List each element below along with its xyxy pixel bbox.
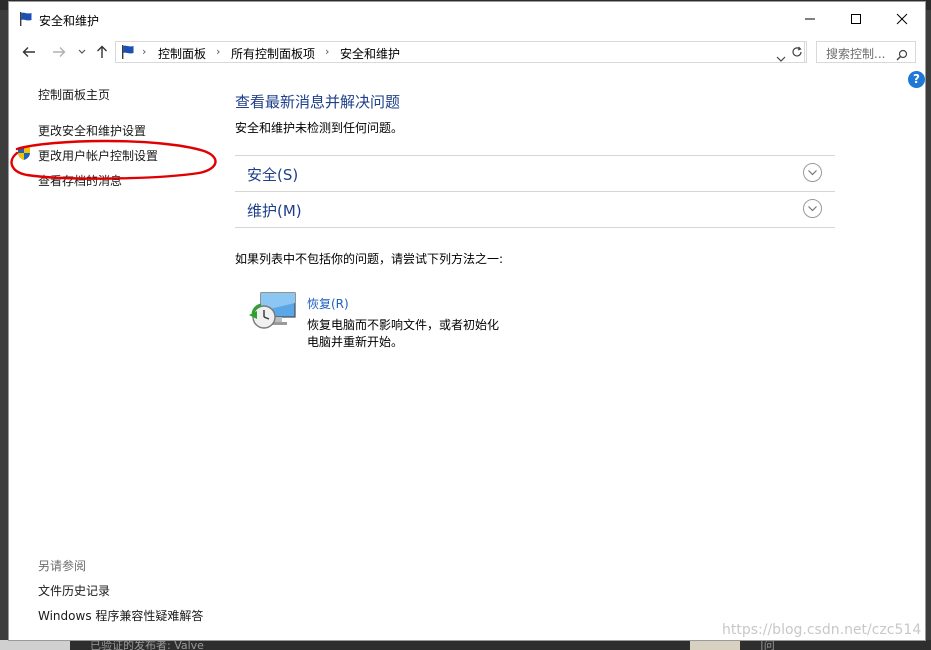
background-text: 已验证的发布者: Valve bbox=[90, 640, 204, 650]
forward-arrow-icon bbox=[53, 47, 66, 57]
refresh-icon bbox=[791, 46, 802, 57]
breadcrumb-control-panel[interactable]: 控制面板 bbox=[158, 45, 206, 62]
breadcrumb-separator-icon[interactable]: › bbox=[142, 45, 146, 58]
section-security[interactable]: 安全(S) bbox=[235, 155, 835, 190]
recovery-link[interactable]: 恢复(R) bbox=[307, 295, 349, 312]
search-icon[interactable] bbox=[896, 46, 908, 65]
section-maintenance-label: 维护(M) bbox=[247, 202, 302, 220]
breadcrumb-separator-icon[interactable]: › bbox=[325, 45, 329, 58]
maximize-icon bbox=[851, 14, 861, 24]
status-description: 安全和维护未检测到任何问题。 bbox=[235, 121, 404, 135]
control-panel-window: 安全和维护 › 控制面板 › 所有控制面板项 › 安全和维护 搜索控制... ?… bbox=[8, 1, 926, 641]
breadcrumb-all-items[interactable]: 所有控制面板项 bbox=[231, 45, 315, 62]
refresh-button[interactable] bbox=[787, 41, 807, 63]
sidebar-control-panel-home[interactable]: 控制面板主页 bbox=[38, 86, 110, 103]
recovery-description: 恢复电脑而不影响文件，或者初始化电脑并重新开始。 bbox=[307, 318, 500, 349]
title-bar[interactable]: 安全和维护 bbox=[9, 2, 925, 36]
breadcrumb-separator-icon[interactable]: › bbox=[216, 45, 220, 58]
section-divider bbox=[235, 227, 835, 228]
close-button[interactable] bbox=[879, 2, 925, 36]
try-methods-text: 如果列表中不包括你的问题，请尝试下列方法之一: bbox=[235, 252, 504, 266]
background-tile bbox=[690, 640, 740, 650]
chevron-down-icon bbox=[78, 49, 86, 54]
window-title: 安全和维护 bbox=[39, 14, 100, 28]
search-placeholder: 搜索控制... bbox=[826, 47, 886, 61]
up-button[interactable] bbox=[93, 41, 111, 63]
recent-locations-button[interactable] bbox=[75, 41, 89, 63]
back-button[interactable] bbox=[19, 41, 39, 63]
recovery-icon bbox=[247, 289, 297, 339]
breadcrumb-security-maintenance[interactable]: 安全和维护 bbox=[340, 45, 400, 62]
expand-chevron-icon[interactable] bbox=[803, 163, 822, 182]
address-bar[interactable]: › 控制面板 › 所有控制面板项 › 安全和维护 bbox=[115, 41, 805, 63]
minimize-icon bbox=[805, 18, 815, 20]
minimize-button[interactable] bbox=[787, 2, 833, 36]
security-flag-icon bbox=[18, 11, 34, 31]
address-dropdown-button[interactable] bbox=[776, 48, 786, 67]
background-tile bbox=[0, 640, 70, 650]
background-text: |问 bbox=[760, 640, 775, 650]
maximize-button[interactable] bbox=[833, 2, 879, 36]
expand-chevron-icon[interactable] bbox=[803, 199, 822, 218]
help-button[interactable]: ? bbox=[908, 71, 925, 88]
up-arrow-icon bbox=[97, 45, 107, 58]
section-maintenance[interactable]: 维护(M) bbox=[235, 191, 835, 226]
navigation-bar: › 控制面板 › 所有控制面板项 › 安全和维护 搜索控制... bbox=[9, 38, 925, 66]
chevron-down-icon bbox=[776, 56, 786, 62]
page-title: 查看最新消息并解决问题 bbox=[235, 93, 401, 111]
forward-button[interactable] bbox=[49, 41, 69, 63]
red-annotation-circle bbox=[10, 139, 217, 180]
sidebar-item-file-history[interactable]: 文件历史记录 bbox=[38, 582, 110, 599]
desktop: 已验证的发布者: Valve |问 安全和维护 › 控制面板 › 所有控制面板项… bbox=[0, 0, 931, 650]
section-security-label: 安全(S) bbox=[247, 166, 299, 184]
close-icon bbox=[896, 13, 908, 25]
back-arrow-icon bbox=[22, 47, 35, 57]
security-flag-icon bbox=[120, 44, 136, 64]
search-input[interactable]: 搜索控制... bbox=[816, 41, 916, 63]
see-also-heading: 另请参阅 bbox=[38, 559, 87, 573]
background-bottom-strip: 已验证的发布者: Valve |问 bbox=[0, 640, 931, 650]
sidebar-item-compatibility-troubleshooter[interactable]: Windows 程序兼容性疑难解答 bbox=[38, 607, 203, 624]
watermark-text: https://blog.csdn.net/czc514 bbox=[722, 622, 922, 638]
